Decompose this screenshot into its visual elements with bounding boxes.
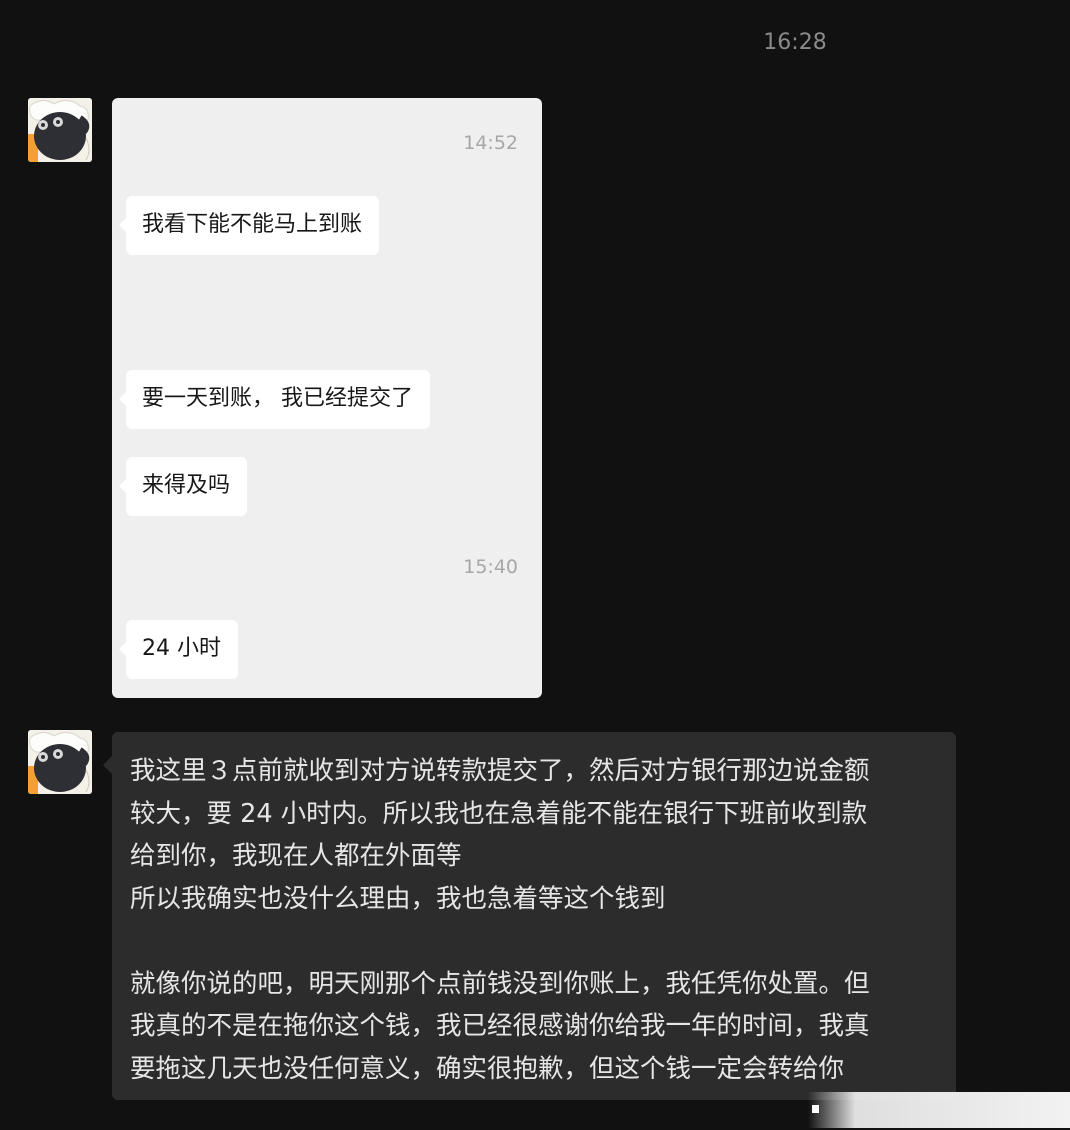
message-line: 较大，要 24 小时内。所以我也在急着能不能在银行下班前收到款 <box>130 798 868 829</box>
watermark-mark <box>812 1105 819 1113</box>
quoted-message: 我看下能不能马上到账 <box>118 196 380 255</box>
quoted-message-text: 来得及吗 <box>142 473 231 498</box>
quoted-timestamp: 14:52 <box>463 132 518 154</box>
message-line: 我真的不是在拖你这个钱，我已经很感谢你给我一年的时间，我真 <box>130 1011 870 1041</box>
message-line: 我这里３点前就收到对方说转款提交了，然后对方银行那边说金额 <box>130 756 870 786</box>
quoted-message: 24 小时 <box>119 620 238 679</box>
sender-avatar[interactable] <box>28 98 92 162</box>
quoted-chat-card[interactable]: 14:52 我看下能不能马上到账 要一天到账， 我已经提交了 来得及吗 15:4… <box>112 98 542 698</box>
sheep-avatar-icon <box>28 98 92 162</box>
sender-avatar[interactable] <box>28 730 92 794</box>
message-line: 给到你，我现在人都在外面等 <box>130 841 462 871</box>
message-line: 就像你说的吧，明天刚那个点前钱没到你账上，我任凭你处置。但 <box>130 968 870 999</box>
quoted-message: 来得及吗 <box>118 457 248 516</box>
quoted-message-text: 要一天到账， 我已经提交了 <box>142 386 413 411</box>
message-bubble[interactable]: 我这里３点前就收到对方说转款提交了，然后对方银行那边说金额 较大，要 24 小时… <box>103 732 956 1100</box>
watermark-overlay <box>808 1092 1070 1128</box>
time-divider: 16:28 <box>763 30 827 55</box>
message-line: 要拖这几天也没任何意义，确实很抱歉，但这个钱一定会转给你 <box>130 1053 845 1084</box>
quoted-message-text: 24 小时 <box>142 636 221 661</box>
quoted-message-text: 我看下能不能马上到账 <box>142 212 363 237</box>
message-line: 所以我确实也没什么理由，我也急着等这个钱到 <box>130 883 666 914</box>
quoted-timestamp: 15:40 <box>463 556 518 578</box>
message-line <box>130 920 938 963</box>
sheep-avatar-icon <box>28 730 92 794</box>
quoted-message: 要一天到账， 我已经提交了 <box>119 370 430 429</box>
